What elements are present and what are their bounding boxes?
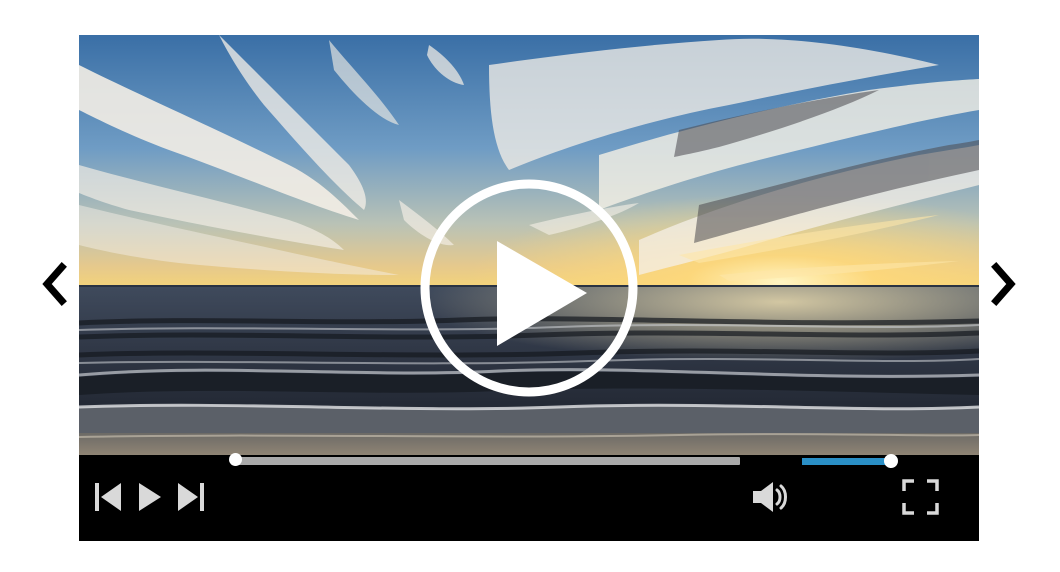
page	[0, 0, 1060, 572]
carousel-prev-button[interactable]	[34, 262, 74, 306]
fullscreen-button[interactable]	[902, 479, 939, 515]
play-circle-icon	[420, 179, 638, 397]
chevron-left-icon	[42, 262, 67, 306]
volume-handle[interactable]	[884, 454, 898, 468]
play-icon	[139, 483, 161, 511]
progress-bar[interactable]	[235, 457, 740, 465]
volume-slider[interactable]	[802, 458, 891, 465]
volume-button[interactable]	[752, 480, 790, 514]
skip-back-icon	[95, 483, 121, 511]
control-bar	[79, 455, 979, 541]
skip-back-button[interactable]	[94, 481, 122, 513]
play-button[interactable]	[138, 481, 162, 513]
video-player	[79, 35, 979, 541]
volume-fill	[802, 458, 891, 465]
progress-handle[interactable]	[229, 453, 242, 466]
chevron-right-icon	[991, 262, 1016, 306]
skip-forward-icon	[178, 483, 204, 511]
carousel-next-button[interactable]	[984, 262, 1024, 306]
skip-forward-button[interactable]	[177, 481, 205, 513]
play-overlay-button[interactable]	[420, 179, 638, 397]
volume-icon	[753, 482, 787, 512]
fullscreen-icon	[902, 479, 939, 515]
